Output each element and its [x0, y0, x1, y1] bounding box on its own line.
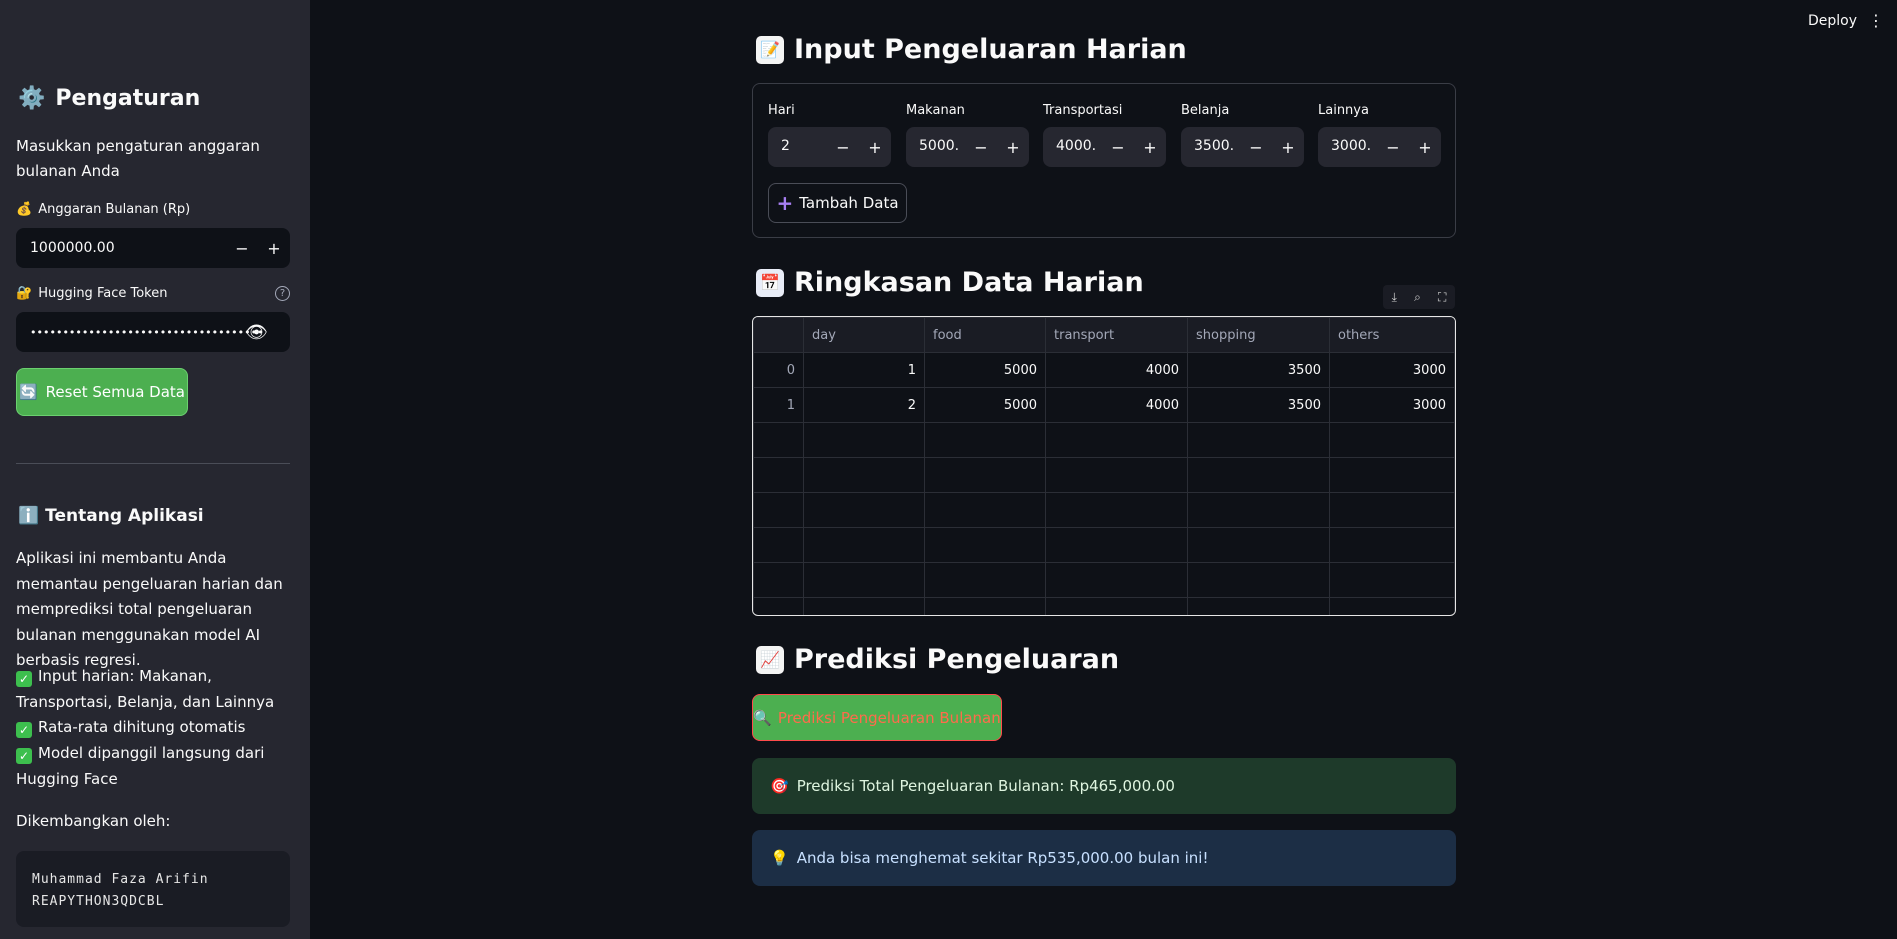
budget-decrement-button[interactable]: −: [226, 228, 258, 268]
lightbulb-icon: 💡: [770, 849, 789, 867]
calendar-icon: 📅: [756, 268, 784, 297]
more-menu-icon[interactable]: ⋮: [1868, 11, 1884, 30]
info-icon: ℹ️: [18, 506, 40, 526]
table-empty-row: [753, 597, 1455, 615]
day-increment-button[interactable]: +: [859, 127, 891, 167]
sidebar-title: ⚙️ Pengaturan: [18, 86, 201, 111]
transport-decrement-button[interactable]: −: [1102, 127, 1134, 167]
input-section-title: 📝 Input Pengeluaran Harian: [756, 34, 1187, 65]
feature-item: ✓ Rata-rata dihitung otomatis: [16, 715, 306, 741]
food-label: Makanan: [906, 103, 965, 118]
lock-icon: 🔐: [16, 286, 33, 301]
table-header-cell[interactable]: day: [803, 317, 925, 353]
feature-item: ✓ Model dipanggil langsung dari Hugging F…: [16, 744, 265, 788]
reset-button[interactable]: 🔄 Reset Semua Data: [16, 368, 188, 416]
table-cell[interactable]: 3500: [1187, 387, 1330, 423]
table-header-cell[interactable]: food: [924, 317, 1046, 353]
transport-input[interactable]: 4000. − +: [1043, 127, 1166, 167]
food-input[interactable]: 5000. − +: [906, 127, 1029, 167]
input-form: Hari 2 − + Makanan 5000. − + Transportas…: [752, 83, 1456, 238]
sidebar-subtitle: Masukkan pengaturan anggaran bulanan And…: [16, 137, 260, 180]
sidebar: ⚙️ Pengaturan Masukkan pengaturan anggar…: [0, 0, 310, 939]
add-data-button[interactable]: + Tambah Data: [768, 183, 907, 223]
table-empty-row: [753, 492, 1455, 528]
table-cell[interactable]: 3000: [1329, 387, 1455, 423]
check-icon: ✓: [16, 722, 32, 738]
about-text: Aplikasi ini membantu Anda memantau peng…: [16, 549, 283, 669]
plus-icon: +: [776, 191, 794, 215]
table-row[interactable]: 0 1 5000 4000 3500 3000: [753, 352, 1455, 388]
table-cell[interactable]: 4000: [1045, 352, 1188, 388]
gear-icon: ⚙️: [18, 86, 46, 111]
shopping-label: Belanja: [1181, 103, 1230, 118]
table-cell[interactable]: 3500: [1187, 352, 1330, 388]
table-cell[interactable]: 2: [803, 387, 925, 423]
feature-item: ✓ Input harian: Makanan, Transportasi, Be…: [16, 667, 275, 711]
saving-info-alert: 💡 Anda bisa menghemat sekitar Rp535,000.…: [752, 830, 1456, 886]
target-icon: 🎯: [770, 777, 789, 795]
table-toolbar: ⤓ ⌕ ⛶: [1383, 285, 1455, 309]
memo-icon: 📝: [756, 35, 784, 64]
table-empty-row: [753, 422, 1455, 458]
sidebar-divider: [16, 463, 290, 464]
food-increment-button[interactable]: +: [997, 127, 1029, 167]
deploy-button[interactable]: Deploy: [1808, 13, 1857, 29]
others-input[interactable]: 3000. − +: [1318, 127, 1441, 167]
check-icon: ✓: [16, 748, 32, 764]
fullscreen-icon[interactable]: ⛶: [1438, 290, 1446, 305]
others-label: Lainnya: [1318, 103, 1369, 118]
table-cell[interactable]: 4000: [1045, 387, 1188, 423]
table-cell[interactable]: 5000: [924, 387, 1046, 423]
others-decrement-button[interactable]: −: [1377, 127, 1409, 167]
table-cell[interactable]: 0: [753, 352, 804, 388]
table-empty-row: [753, 527, 1455, 563]
token-input[interactable]: •••••••••••••••••••••••••••••••••••• 👁: [16, 312, 290, 352]
shopping-decrement-button[interactable]: −: [1240, 127, 1272, 167]
table-cell[interactable]: 1: [753, 387, 804, 423]
others-increment-button[interactable]: +: [1409, 127, 1441, 167]
magnifier-icon: 🔍: [753, 708, 772, 727]
prediction-result-alert: 🎯 Prediksi Total Pengeluaran Bulanan: Rp…: [752, 758, 1456, 814]
check-icon: ✓: [16, 671, 32, 687]
table-cell[interactable]: 3000: [1329, 352, 1455, 388]
token-label: 🔐 Hugging Face Token: [16, 286, 168, 301]
developer-code-block: Muhammad Faza Arifin REAPYTHON3QDCBL: [16, 851, 290, 927]
summary-section-title: 📅 Ringkasan Data Harian: [756, 267, 1144, 298]
table-cell[interactable]: 5000: [924, 352, 1046, 388]
food-decrement-button[interactable]: −: [965, 127, 997, 167]
predict-button[interactable]: 🔍 Prediksi Pengeluaran Bulanan: [752, 694, 1002, 741]
day-decrement-button[interactable]: −: [827, 127, 859, 167]
table-empty-row: [753, 457, 1455, 493]
dev-label: Dikembangkan oleh:: [16, 812, 171, 830]
chart-increasing-icon: 📈: [756, 645, 784, 674]
table-header-cell[interactable]: shopping: [1187, 317, 1330, 353]
shopping-input[interactable]: 3500. − +: [1181, 127, 1304, 167]
table-header-cell[interactable]: [753, 317, 804, 353]
table-header-cell[interactable]: others: [1329, 317, 1455, 353]
day-label: Hari: [768, 103, 795, 118]
table-header-row: day food transport shopping others: [753, 317, 1455, 353]
budget-input[interactable]: 1000000.00 − +: [16, 228, 290, 268]
day-input[interactable]: 2 − +: [768, 127, 891, 167]
budget-label: 💰 Anggaran Bulanan (Rp): [16, 202, 191, 217]
data-table[interactable]: day food transport shopping others 0 1 5…: [752, 316, 1456, 616]
table-empty-row: [753, 562, 1455, 598]
budget-increment-button[interactable]: +: [258, 228, 290, 268]
transport-increment-button[interactable]: +: [1134, 127, 1166, 167]
shopping-increment-button[interactable]: +: [1272, 127, 1304, 167]
transport-label: Transportasi: [1043, 103, 1123, 118]
download-icon[interactable]: ⤓: [1392, 290, 1397, 305]
eye-icon[interactable]: 👁: [245, 322, 268, 343]
help-icon[interactable]: ?: [275, 286, 290, 301]
table-cell[interactable]: 1: [803, 352, 925, 388]
refresh-icon: 🔄: [18, 383, 38, 401]
money-bag-icon: 💰: [16, 202, 33, 217]
table-header-cell[interactable]: transport: [1045, 317, 1188, 353]
search-icon[interactable]: ⌕: [1414, 290, 1421, 305]
prediction-section-title: 📈 Prediksi Pengeluaran: [756, 644, 1119, 675]
about-title: ℹ️ Tentang Aplikasi: [18, 506, 204, 526]
table-row[interactable]: 1 2 5000 4000 3500 3000: [753, 387, 1455, 423]
